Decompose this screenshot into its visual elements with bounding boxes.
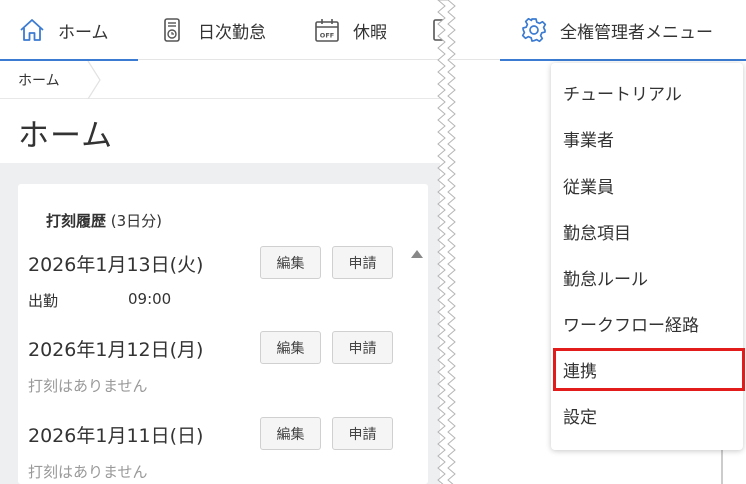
gear-icon <box>521 17 547 43</box>
breadcrumb-home[interactable]: ホーム <box>0 61 74 99</box>
timecard-icon <box>164 18 180 42</box>
home-icon <box>20 19 44 41</box>
apply-button[interactable]: 申請 <box>332 417 393 450</box>
tab-vacation-label: 休暇 <box>353 22 387 43</box>
top-nav: ホーム 日次勤怠 OFF 休暇 全権管理者メニュー <box>0 0 746 61</box>
calendar-off-icon: OFF <box>315 19 339 42</box>
apply-button[interactable]: 申請 <box>332 246 393 279</box>
menu-item-attendance-items[interactable]: 勤怠項目 <box>563 219 631 244</box>
menu-item-employees[interactable]: 従業員 <box>563 173 614 198</box>
cut-divider <box>437 0 456 484</box>
menu-item-settings[interactable]: 設定 <box>563 403 597 428</box>
tab-daily-label: 日次勤怠 <box>198 22 266 43</box>
breadcrumb-chevron-icon <box>87 61 101 99</box>
menu-item-workflow-routes[interactable]: ワークフロー経路 <box>563 311 699 336</box>
page-title: ホーム <box>18 118 114 154</box>
svg-text:OFF: OFF <box>320 32 334 40</box>
edit-button[interactable]: 編集 <box>260 331 321 364</box>
edit-button[interactable]: 編集 <box>260 417 321 450</box>
entry-note: 打刻はありません <box>28 463 148 481</box>
tab-home-label: ホーム <box>58 22 109 43</box>
tab-admin-label: 全権管理者メニュー <box>560 22 713 43</box>
stamp-history-title: 打刻履歴 (3日分) <box>46 210 162 231</box>
menu-item-tutorial[interactable]: チュートリアル <box>563 80 682 105</box>
stamp-history-title-main: 打刻履歴 <box>46 212 107 230</box>
menu-item-business[interactable]: 事業者 <box>563 126 614 151</box>
right-panel-edge <box>721 450 723 484</box>
entry-date: 2026年1月11日(日) <box>28 425 204 447</box>
apply-button[interactable]: 申請 <box>332 331 393 364</box>
stamp-history-title-count: (3日分) <box>106 212 163 230</box>
tab-vacation[interactable]: OFF 休暇 <box>313 0 387 60</box>
scroll-up-arrow-icon[interactable] <box>411 250 423 258</box>
admin-dropdown-menu: チュートリアル 事業者 従業員 勤怠項目 勤怠ルール ワークフロー経路 連携 設… <box>551 63 743 450</box>
breadcrumb: ホーム <box>0 61 440 99</box>
entry-type: 出勤 <box>28 292 59 310</box>
entry-time: 09:00 <box>128 290 172 308</box>
tab-home[interactable]: ホーム <box>0 0 138 61</box>
tab-admin-menu[interactable]: 全権管理者メニュー <box>500 0 746 61</box>
tab-daily-attendance[interactable]: 日次勤怠 <box>158 0 266 60</box>
entry-note: 打刻はありません <box>28 377 148 395</box>
highlight-box <box>553 348 745 391</box>
entry-date: 2026年1月12日(月) <box>28 339 204 361</box>
edit-button[interactable]: 編集 <box>260 246 321 279</box>
menu-item-attendance-rules[interactable]: 勤怠ルール <box>563 265 648 290</box>
entry-date: 2026年1月13日(火) <box>28 254 204 276</box>
